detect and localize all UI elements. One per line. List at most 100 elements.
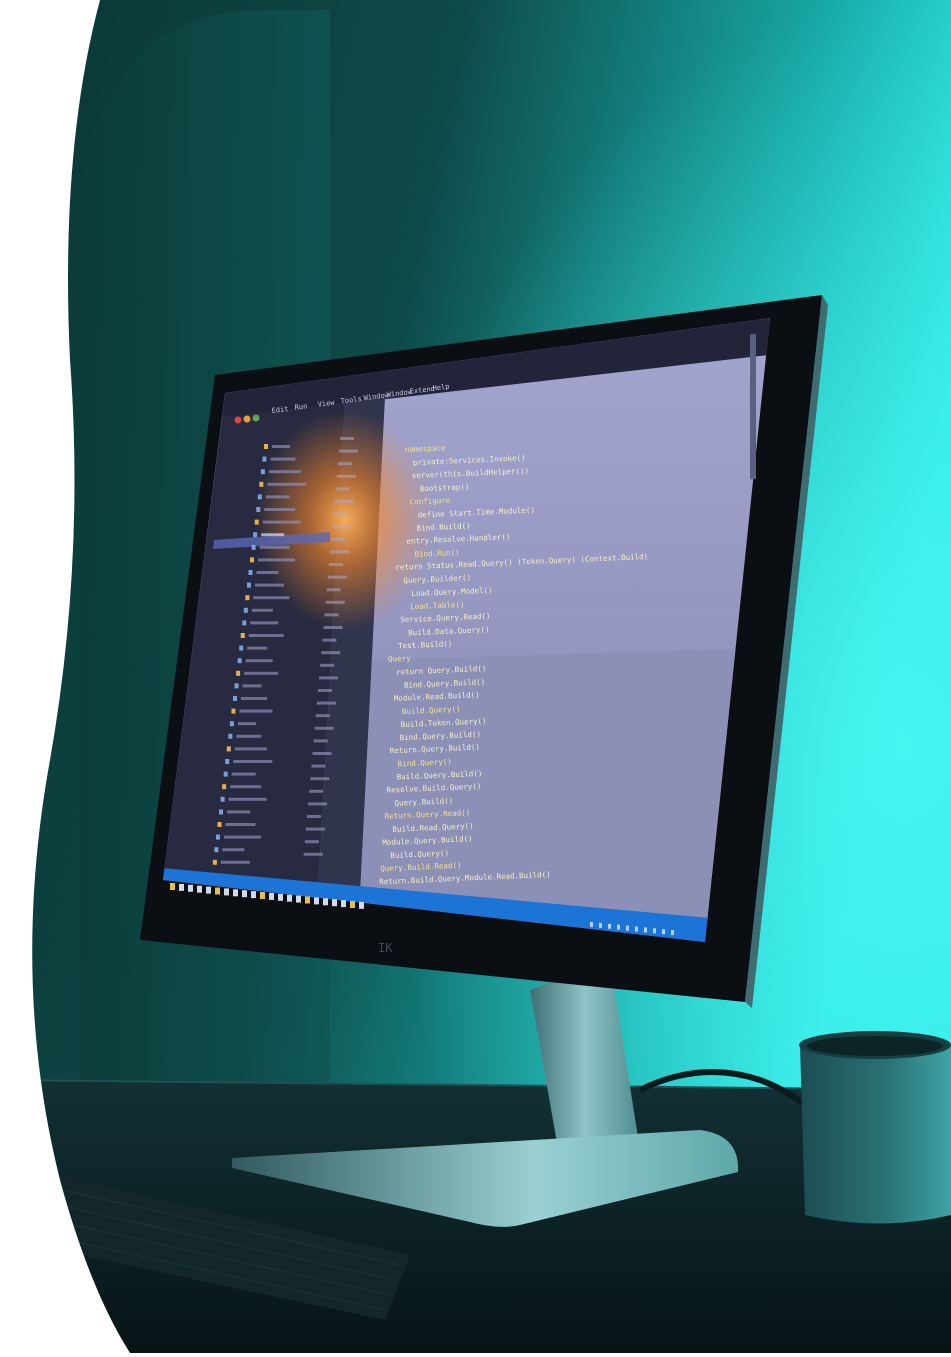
- file-tree-item[interactable]: [248, 634, 284, 637]
- outline-item[interactable]: [319, 676, 339, 680]
- file-tree-item[interactable]: [250, 621, 279, 625]
- outline-item[interactable]: [320, 663, 335, 667]
- system-tray-icon[interactable]: [599, 922, 602, 928]
- taskbar-app-icon[interactable]: [269, 892, 274, 900]
- outline-item[interactable]: [331, 537, 346, 541]
- outline-item[interactable]: [311, 764, 326, 768]
- system-tray-icon[interactable]: [644, 927, 647, 933]
- outline-item[interactable]: [340, 437, 354, 440]
- menu-item[interactable]: Run: [294, 402, 308, 411]
- file-tree-item[interactable]: [256, 571, 279, 574]
- outline-item[interactable]: [326, 588, 341, 592]
- window-maximize-icon[interactable]: [252, 414, 260, 422]
- file-tree-item[interactable]: [237, 722, 256, 726]
- file-tree-item[interactable]: [245, 659, 273, 663]
- file-tree-item[interactable]: [222, 848, 245, 852]
- window-minimize-icon[interactable]: [243, 415, 251, 423]
- outline-item[interactable]: [325, 600, 345, 604]
- taskbar-app-icon[interactable]: [350, 901, 355, 908]
- outline-item[interactable]: [316, 701, 336, 705]
- system-tray-icon[interactable]: [617, 924, 620, 930]
- outline-item[interactable]: [303, 852, 323, 856]
- system-tray-icon[interactable]: [608, 923, 611, 929]
- taskbar-app-icon[interactable]: [332, 899, 337, 907]
- editor-scrollbar[interactable]: [750, 333, 756, 480]
- outline-item[interactable]: [335, 487, 350, 491]
- taskbar-app-icon[interactable]: [314, 897, 319, 905]
- system-tray-icon[interactable]: [590, 922, 593, 927]
- taskbar-app-icon[interactable]: [197, 885, 202, 893]
- file-tree-item[interactable]: [234, 747, 267, 751]
- taskbar-app-icon[interactable]: [215, 887, 220, 895]
- outline-item[interactable]: [321, 651, 341, 655]
- taskbar-app-icon[interactable]: [170, 883, 175, 890]
- system-tray-icon[interactable]: [662, 929, 665, 935]
- file-tree-item[interactable]: [236, 734, 262, 738]
- outline-item[interactable]: [332, 525, 352, 529]
- file-tree-item[interactable]: [239, 709, 273, 713]
- file-tree-item[interactable]: [267, 482, 307, 486]
- file-tree-item[interactable]: [242, 684, 262, 688]
- taskbar-app-icon[interactable]: [260, 892, 265, 899]
- taskbar-app-icon[interactable]: [188, 884, 193, 892]
- file-tree-item[interactable]: [262, 520, 301, 524]
- file-tree-item[interactable]: [241, 697, 267, 700]
- outline-item[interactable]: [312, 752, 332, 755]
- file-tree-item[interactable]: [225, 823, 256, 826]
- outline-item[interactable]: [333, 512, 348, 516]
- outline-item[interactable]: [310, 777, 330, 781]
- file-tree-item[interactable]: [251, 608, 273, 612]
- system-tray-icon[interactable]: [653, 928, 656, 934]
- system-tray-icon[interactable]: [635, 926, 638, 932]
- outline-item[interactable]: [324, 613, 339, 617]
- file-tree-item[interactable]: [228, 797, 267, 801]
- outline-item[interactable]: [313, 739, 328, 743]
- file-tree-item[interactable]: [264, 508, 296, 511]
- taskbar-app-icon[interactable]: [323, 898, 328, 906]
- system-tray-icon[interactable]: [626, 925, 629, 931]
- outline-item[interactable]: [323, 626, 343, 629]
- outline-item[interactable]: [308, 802, 328, 806]
- file-tree-item[interactable]: [220, 860, 250, 864]
- outline-item[interactable]: [336, 474, 356, 478]
- file-tree-item[interactable]: [268, 470, 301, 474]
- taskbar-app-icon[interactable]: [287, 894, 292, 902]
- file-tree-item[interactable]: [253, 596, 290, 600]
- window-close-icon[interactable]: [234, 416, 242, 424]
- file-tree-item[interactable]: [231, 772, 256, 776]
- taskbar-app-icon[interactable]: [251, 891, 256, 899]
- file-tree-item[interactable]: [247, 646, 268, 650]
- taskbar-app-icon[interactable]: [359, 901, 364, 909]
- outline-item[interactable]: [314, 726, 334, 730]
- file-tree-item[interactable]: [223, 835, 261, 839]
- file-tree-item[interactable]: [244, 671, 279, 675]
- outline-item[interactable]: [307, 815, 321, 818]
- outline-item[interactable]: [304, 840, 319, 844]
- file-tree-item[interactable]: [272, 445, 290, 448]
- taskbar-app-icon[interactable]: [242, 890, 247, 898]
- file-tree-item[interactable]: [270, 457, 296, 461]
- taskbar-app-icon[interactable]: [179, 883, 184, 891]
- outline-item[interactable]: [338, 449, 358, 453]
- outline-item[interactable]: [330, 550, 350, 554]
- taskbar-app-icon[interactable]: [224, 888, 229, 896]
- file-tree-item[interactable]: [258, 558, 296, 562]
- file-tree-item[interactable]: [259, 545, 290, 549]
- outline-item[interactable]: [315, 714, 330, 718]
- file-tree-item[interactable]: [233, 760, 273, 763]
- file-tree-item[interactable]: [227, 810, 251, 814]
- taskbar-app-icon[interactable]: [341, 900, 346, 908]
- outline-item[interactable]: [334, 500, 354, 503]
- file-tree-item[interactable]: [254, 583, 284, 587]
- file-tree-item[interactable]: [261, 533, 285, 537]
- taskbar-app-icon[interactable]: [278, 893, 283, 901]
- outline-item[interactable]: [318, 689, 332, 692]
- taskbar-app-icon[interactable]: [305, 896, 310, 904]
- outline-item[interactable]: [327, 575, 347, 579]
- outline-item[interactable]: [329, 563, 343, 566]
- taskbar-app-icon[interactable]: [233, 889, 238, 897]
- file-tree-item[interactable]: [230, 785, 262, 789]
- taskbar-app-icon[interactable]: [296, 895, 301, 903]
- taskbar-app-icon[interactable]: [206, 886, 211, 894]
- outline-item[interactable]: [337, 462, 352, 466]
